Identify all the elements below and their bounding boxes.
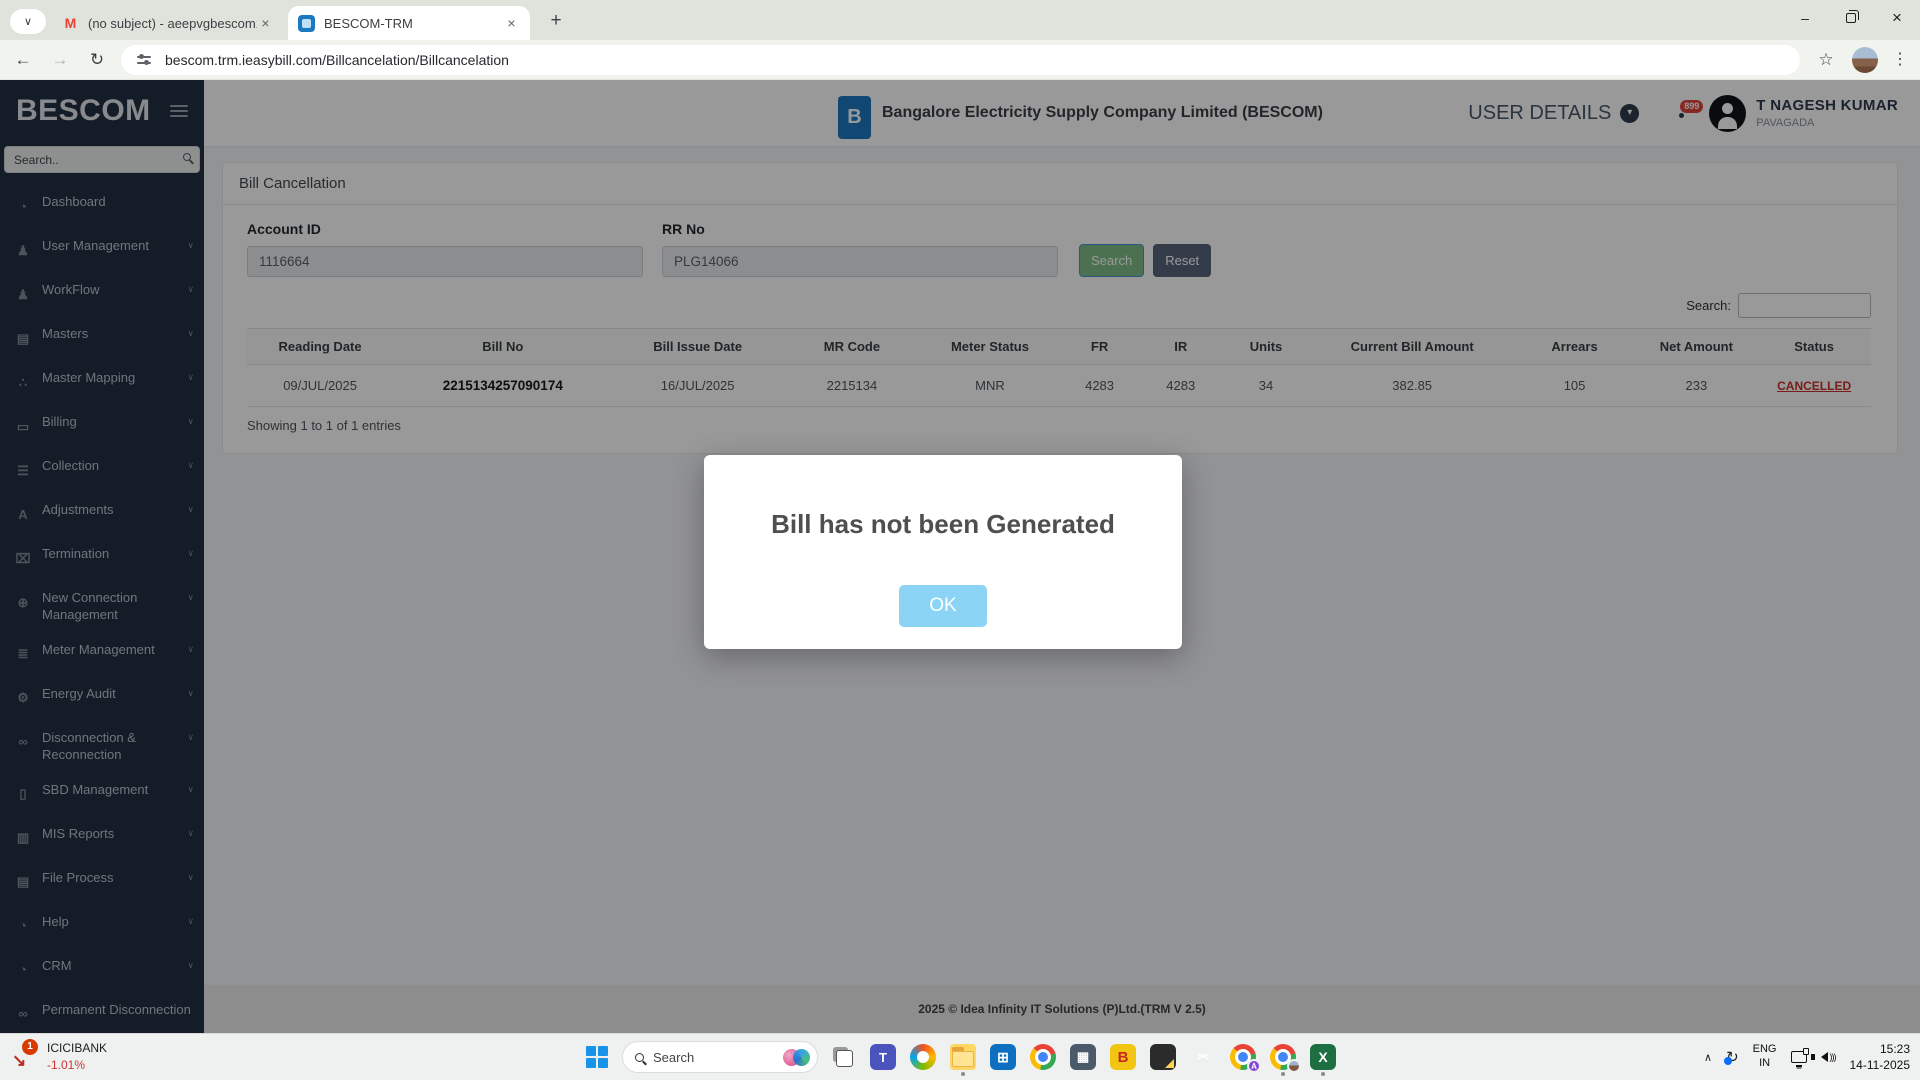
bookmark-star-icon[interactable] <box>1812 46 1840 74</box>
browser-tab-strip: (no subject) - aeepvgbescom1@ BESCOM-TRM <box>0 0 1920 40</box>
file-explorer-icon <box>950 1044 976 1070</box>
copilot-icon <box>910 1044 936 1070</box>
window-controls <box>1782 0 1920 36</box>
taskbar-clock[interactable]: 15:23 14-11-2025 <box>1850 1041 1911 1073</box>
taskbar-app-store[interactable]: ⊞ <box>988 1035 1018 1079</box>
forward-button[interactable] <box>46 46 74 74</box>
tab-close-icon[interactable] <box>257 15 274 32</box>
taskbar-app-chrome[interactable] <box>1028 1035 1058 1079</box>
alert-message: Bill has not been Generated <box>771 509 1115 539</box>
new-tab-button[interactable] <box>543 9 569 35</box>
volume-icon[interactable]: ))) <box>1810 1052 1837 1062</box>
taskbar-app-task-view[interactable] <box>828 1035 858 1079</box>
url-text: bescom.trm.ieasybill.com/Billcancelation… <box>165 51 509 68</box>
running-indicator-dot <box>961 1072 965 1076</box>
widget-badge: 1 <box>22 1039 38 1055</box>
taskbar-app-file-explorer[interactable] <box>948 1035 978 1079</box>
system-tray: ENG IN ))) 15:23 14-11-2025 <box>1704 1034 1910 1080</box>
bescom-favicon <box>298 14 315 32</box>
store-icon: ⊞ <box>990 1044 1016 1070</box>
task-view-icon <box>830 1044 856 1070</box>
taskbar-app-notepad[interactable] <box>1148 1035 1178 1079</box>
browser-menu-icon[interactable] <box>1890 46 1910 74</box>
page-viewport: BESCOM ◔Dashboard♟User Management∨♟WorkF… <box>0 80 1920 1033</box>
tab-search-chevron-icon[interactable] <box>10 9 46 34</box>
taskbar-app-calculator[interactable]: ▦ <box>1068 1035 1098 1079</box>
taskbar-app-excel[interactable]: X <box>1308 1035 1338 1079</box>
minimize-button[interactable] <box>1782 0 1828 36</box>
taskbar-app-chrome-profile-a[interactable]: A <box>1228 1035 1261 1079</box>
widget-change: -1.01% <box>47 1057 86 1072</box>
teams-icon: T <box>870 1044 896 1070</box>
calculator-icon: ▦ <box>1070 1044 1096 1070</box>
restore-icon <box>1846 10 1859 23</box>
tray-date: 14-11-2025 <box>1849 1058 1911 1072</box>
taskbar: 1 ICICIBANK -1.01% Search T ⊞ ▦ B ✂ A X ENG IN… <box>0 1033 1920 1080</box>
taskbar-app-chrome-profile-photo[interactable] <box>1268 1035 1301 1079</box>
start-button[interactable] <box>582 1037 612 1077</box>
windows-logo-icon <box>586 1046 608 1068</box>
tray-time: 15:23 <box>1879 1041 1910 1056</box>
restore-button[interactable] <box>1828 0 1874 36</box>
taskbar-widget[interactable]: 1 ICICIBANK -1.01% <box>10 1039 107 1073</box>
snipping-tool-icon: ✂ <box>1197 1049 1209 1064</box>
gmail-icon <box>62 15 79 32</box>
notepad-icon <box>1150 1044 1176 1070</box>
bescom-app-icon: B <box>1110 1044 1136 1070</box>
back-button[interactable] <box>9 46 37 74</box>
browser-tab-gmail[interactable]: (no subject) - aeepvgbescom1@ <box>52 6 284 40</box>
sync-update-icon[interactable] <box>1724 1048 1739 1066</box>
reload-button[interactable] <box>83 46 111 74</box>
chrome-icon <box>1030 1044 1056 1070</box>
alert-dialog: Bill has not been Generated OK <box>704 455 1182 649</box>
browser-tab-bescom[interactable]: BESCOM-TRM <box>288 6 530 40</box>
tab-title: (no subject) - aeepvgbescom1@ <box>88 15 257 31</box>
search-decoration-icon <box>783 1048 810 1066</box>
taskbar-search[interactable]: Search <box>622 1041 818 1073</box>
browser-toolbar: bescom.trm.ieasybill.com/Billcancelation… <box>0 40 1920 80</box>
search-icon <box>635 1052 644 1062</box>
running-indicator-dot <box>1321 1072 1325 1076</box>
taskbar-center: Search T ⊞ ▦ B ✂ A X <box>582 1034 1338 1080</box>
browser-profile-avatar[interactable] <box>1852 46 1878 73</box>
taskbar-app-snipping-tool[interactable]: ✂ <box>1188 1035 1218 1079</box>
excel-icon: X <box>1310 1044 1336 1070</box>
ok-button[interactable]: OK <box>899 585 987 627</box>
address-bar[interactable]: bescom.trm.ieasybill.com/Billcancelation… <box>121 44 1800 75</box>
stock-down-arrow-icon <box>12 1051 26 1071</box>
profile-badge <box>1287 1059 1301 1073</box>
network-icon[interactable] <box>1790 1048 1809 1067</box>
tab-title: BESCOM-TRM <box>324 15 413 31</box>
running-indicator-dot <box>1281 1072 1285 1076</box>
close-button[interactable] <box>1874 0 1920 36</box>
tray-chevron-up-icon[interactable] <box>1704 1051 1712 1064</box>
tab-close-icon[interactable] <box>503 15 520 32</box>
taskbar-app-teams[interactable]: T <box>868 1035 898 1079</box>
taskbar-app-copilot[interactable] <box>908 1035 938 1079</box>
language-indicator[interactable]: ENG IN <box>1753 1043 1777 1071</box>
widget-title: ICICIBANK <box>47 1040 108 1055</box>
taskbar-search-label: Search <box>653 1049 695 1065</box>
profile-badge: A <box>1247 1059 1261 1073</box>
taskbar-app-bescom-app[interactable]: B <box>1108 1035 1138 1079</box>
site-info-icon[interactable] <box>137 54 151 66</box>
stocks-widget-icon: 1 <box>10 1039 42 1073</box>
